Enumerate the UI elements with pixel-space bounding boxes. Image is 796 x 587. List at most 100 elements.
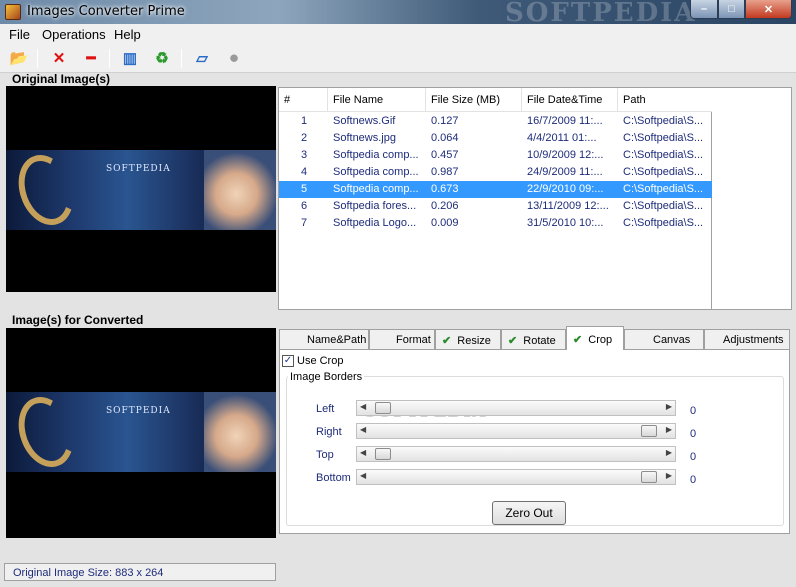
table-row[interactable]: 3 Softpedia comp... 0.457 10/9/2009 12:... C… bbox=[279, 147, 713, 164]
banner-logo-text: SOFTPEDIA bbox=[106, 164, 171, 174]
original-preview: SOFTPEDIA bbox=[6, 86, 276, 292]
original-images-label: Original Image(s) bbox=[12, 72, 111, 86]
table-cell: C:\Softpedia\S... bbox=[623, 166, 704, 178]
slider-value: 0 bbox=[690, 451, 697, 463]
column-header-index[interactable]: # bbox=[279, 88, 328, 112]
checkmark-icon: ✔ bbox=[442, 335, 452, 347]
image-borders-label: Image Borders bbox=[288, 371, 365, 383]
left-arrow-icon[interactable]: ◀ bbox=[360, 402, 366, 411]
table-row[interactable]: 2 Softnews.jpg 0.064 4/4/2011 01:... C:\Soft… bbox=[279, 130, 713, 147]
minimize-button[interactable]: – bbox=[690, 0, 718, 19]
right-arrow-icon[interactable]: ▶ bbox=[666, 425, 672, 434]
tab-label: Rotate bbox=[523, 335, 556, 347]
delete-icon[interactable]: ✕ bbox=[48, 47, 70, 69]
table-cell: 10/9/2009 12:... bbox=[527, 149, 604, 161]
tab-label: Adjustments bbox=[723, 334, 784, 346]
table-cell: 4 bbox=[301, 166, 308, 178]
table-cell: C:\Softpedia\S... bbox=[623, 183, 704, 195]
close-button[interactable]: ✕ bbox=[745, 0, 792, 19]
column-header-file-size[interactable]: File Size (MB) bbox=[426, 88, 522, 112]
table-cell: Softpedia comp... bbox=[333, 149, 419, 161]
slider-thumb[interactable] bbox=[641, 471, 658, 483]
left-arrow-icon[interactable]: ◀ bbox=[360, 425, 366, 434]
tab-crop[interactable]: ✔ Crop bbox=[566, 326, 624, 350]
column-header-file-name[interactable]: File Name bbox=[328, 88, 426, 112]
table-cell: 2 bbox=[301, 132, 308, 144]
logo-swirl bbox=[9, 147, 83, 233]
open-folder-icon[interactable]: 📂 bbox=[8, 47, 30, 69]
stop-icon[interactable]: ⏺ bbox=[223, 47, 245, 69]
columns-icon[interactable]: ▥ bbox=[119, 47, 141, 69]
menu-file[interactable]: File bbox=[9, 27, 30, 42]
right-arrow-icon[interactable]: ▶ bbox=[666, 402, 672, 411]
preview-image: SOFTPEDIA bbox=[6, 147, 276, 233]
tab-label: Name&Path bbox=[307, 334, 367, 346]
table-cell: 0.206 bbox=[431, 200, 459, 212]
tab-rotate[interactable]: ✔ Rotate bbox=[501, 329, 566, 349]
slider-thumb[interactable] bbox=[374, 402, 391, 414]
left-arrow-icon[interactable]: ◀ bbox=[360, 471, 366, 480]
table-cell: Softpedia comp... bbox=[333, 183, 419, 195]
slider-value: 0 bbox=[690, 428, 697, 440]
table-cell: Softpedia comp... bbox=[333, 166, 419, 178]
table-row[interactable]: 4 Softpedia comp... 0.987 24/9/2009 11:... C… bbox=[279, 164, 713, 181]
remove-icon[interactable]: ━ bbox=[80, 47, 102, 69]
table-row[interactable]: 5 Softpedia comp... 0.673 22/9/2010 09:... C… bbox=[279, 181, 713, 198]
table-cell: 0.987 bbox=[431, 166, 459, 178]
right-arrow-icon[interactable]: ▶ bbox=[666, 448, 672, 457]
use-crop-checkbox[interactable]: ✓ bbox=[282, 355, 294, 367]
banner-photo bbox=[204, 150, 276, 230]
file-list[interactable]: # File Name File Size (MB) File Date&Tim… bbox=[278, 87, 713, 310]
tab-adjustments[interactable]: Adjustments bbox=[704, 329, 790, 349]
menu-operations[interactable]: Operations bbox=[42, 27, 106, 42]
right-arrow-icon[interactable]: ▶ bbox=[666, 471, 672, 480]
window-title: Images Converter Prime bbox=[27, 4, 185, 19]
slider-left[interactable]: ◀ ▶ bbox=[356, 400, 676, 416]
left-arrow-icon[interactable]: ◀ bbox=[360, 448, 366, 457]
column-header-date[interactable]: File Date&Time bbox=[522, 88, 618, 112]
table-cell: C:\Softpedia\S... bbox=[623, 149, 704, 161]
toolbar: 📂 ✕ ━ ▥ ♻ ▱ ⏺ bbox=[0, 43, 796, 73]
table-cell: 0.673 bbox=[431, 183, 459, 195]
table-row[interactable]: 7 Softpedia Logo... 0.009 31/5/2010 10:... C… bbox=[279, 215, 713, 232]
table-cell: 31/5/2010 10:... bbox=[527, 217, 604, 229]
tab-canvas[interactable]: Canvas bbox=[624, 329, 704, 349]
slider-bottom[interactable]: ◀ ▶ bbox=[356, 469, 676, 485]
table-cell: 22/9/2010 09:... bbox=[527, 183, 604, 195]
slider-thumb[interactable] bbox=[374, 448, 391, 460]
slider-right[interactable]: ◀ ▶ bbox=[356, 423, 676, 439]
slider-label-bottom: Bottom bbox=[316, 472, 351, 484]
table-row[interactable]: 6 Softpedia fores... 0.206 13/11/2009 12:..… bbox=[279, 198, 713, 215]
app-icon bbox=[5, 4, 21, 20]
table-cell: 6 bbox=[301, 200, 308, 212]
column-header-path[interactable]: Path bbox=[618, 88, 713, 112]
menu-help[interactable]: Help bbox=[114, 27, 141, 42]
slider-label-right: Right bbox=[316, 426, 342, 438]
table-cell: 0.457 bbox=[431, 149, 459, 161]
table-cell: 24/9/2009 11:... bbox=[527, 166, 603, 178]
table-cell: C:\Softpedia\S... bbox=[623, 115, 704, 127]
table-cell: 0.127 bbox=[431, 115, 459, 127]
menu-bar: File Operations Help bbox=[0, 24, 796, 43]
tab-format[interactable]: Format bbox=[369, 329, 435, 349]
toolbar-separator bbox=[109, 49, 110, 68]
slider-top[interactable]: ◀ ▶ bbox=[356, 446, 676, 462]
tab-resize[interactable]: ✔ Resize bbox=[435, 329, 501, 349]
layers-icon[interactable]: ▱ bbox=[191, 47, 213, 69]
tab-label: Format bbox=[396, 334, 431, 346]
table-cell: C:\Softpedia\S... bbox=[623, 132, 704, 144]
zero-out-button[interactable]: Zero Out bbox=[492, 501, 566, 525]
file-list-empty-area bbox=[712, 87, 792, 310]
title-bar[interactable]: Images Converter Prime SOFTPEDIA – □ ✕ bbox=[0, 0, 796, 28]
tab-label: Crop bbox=[588, 334, 613, 346]
toolbar-separator bbox=[181, 49, 182, 68]
maximize-button[interactable]: □ bbox=[718, 0, 745, 19]
logo-swirl bbox=[9, 389, 83, 475]
table-cell: 1 bbox=[301, 115, 308, 127]
convert-icon[interactable]: ♻ bbox=[151, 47, 173, 69]
converted-images-label: Image(s) for Converted bbox=[12, 313, 144, 327]
table-row[interactable]: 1 Softnews.Gif 0.127 16/7/2009 11:... C:\Sof… bbox=[279, 113, 713, 130]
slider-thumb[interactable] bbox=[641, 425, 658, 437]
tab-name-path[interactable]: Name&Path bbox=[279, 329, 369, 349]
tab-label: Resize bbox=[457, 335, 491, 347]
